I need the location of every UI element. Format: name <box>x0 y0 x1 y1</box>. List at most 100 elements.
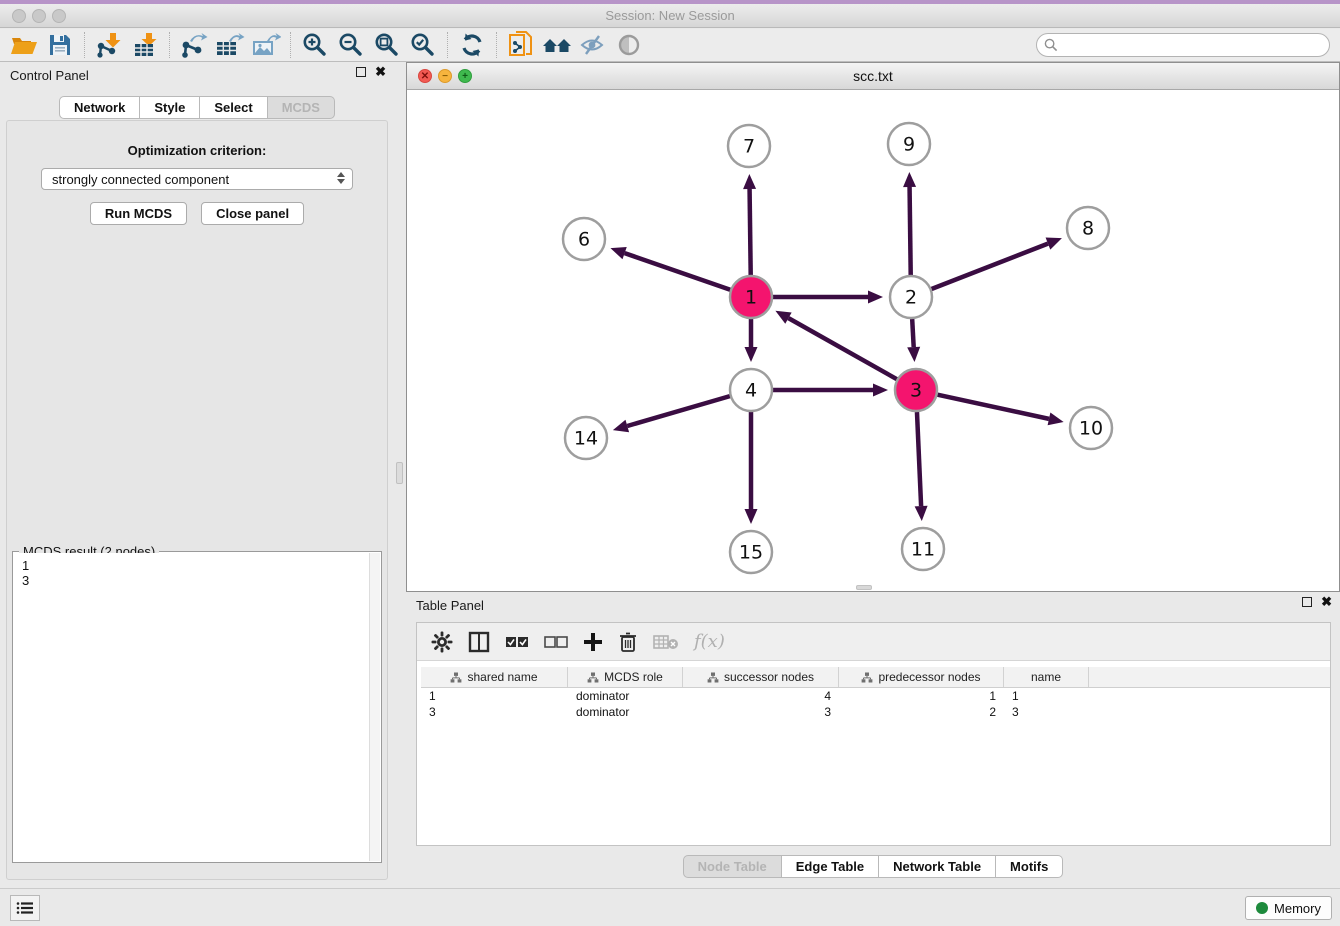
toolbar-separator <box>84 32 85 58</box>
toolbar-separator <box>290 32 291 58</box>
panel-splitter[interactable] <box>394 62 406 888</box>
network-canvas[interactable]: 7968124314101511 <box>407 90 1339 591</box>
tab-network-table[interactable]: Network Table <box>879 855 996 878</box>
node-label-9: 9 <box>903 134 915 156</box>
network-file-button[interactable] <box>503 30 539 60</box>
refresh-view-button[interactable] <box>454 30 490 60</box>
clear-selection-button[interactable] <box>544 629 568 655</box>
column-header-name[interactable]: name <box>1004 667 1089 687</box>
criterion-select[interactable]: strongly connected component <box>41 168 353 190</box>
open-session-button[interactable] <box>6 30 42 60</box>
splitter-grip[interactable] <box>396 462 403 484</box>
column-header-MCDS-role[interactable]: MCDS role <box>568 667 683 687</box>
arrowhead-3-10 <box>1048 413 1064 426</box>
table-cell[interactable]: 1 <box>839 688 1004 704</box>
gear-icon <box>431 631 453 653</box>
import-network-button[interactable] <box>91 30 127 60</box>
table-cell[interactable]: 4 <box>683 688 839 704</box>
trash-icon <box>618 631 638 653</box>
toolbar-separator <box>169 32 170 58</box>
export-table-button[interactable] <box>212 30 248 60</box>
network-scroll-grip[interactable] <box>856 585 872 590</box>
mcds-result-list[interactable]: 1 3 <box>14 553 380 861</box>
float-table-panel-icon[interactable] <box>1302 597 1312 607</box>
table-row[interactable]: 3dominator323 <box>421 704 1330 720</box>
select-all-rows-button[interactable] <box>505 629 529 655</box>
table-cell[interactable]: 1 <box>1004 688 1089 704</box>
arrowhead-4-14 <box>613 420 629 432</box>
tab-node-table[interactable]: Node Table <box>683 855 782 878</box>
table-settings-button[interactable] <box>431 629 453 655</box>
task-history-button[interactable] <box>10 895 40 921</box>
table-cell[interactable]: 3 <box>421 704 568 720</box>
table-row[interactable]: 1dominator411 <box>421 688 1330 704</box>
export-image-button[interactable] <box>248 30 284 60</box>
edge-2-8[interactable] <box>931 244 1047 289</box>
column-header-shared-name[interactable]: shared name <box>421 667 568 687</box>
table-cell[interactable]: 1 <box>421 688 568 704</box>
show-all-button[interactable] <box>611 30 647 60</box>
export-network-button[interactable] <box>176 30 212 60</box>
table-panel-header: Table Panel ✖ <box>406 592 1340 618</box>
zoom-fit-button[interactable] <box>369 30 405 60</box>
column-header-successor-nodes[interactable]: successor nodes <box>683 667 839 687</box>
zoom-in-button[interactable] <box>297 30 333 60</box>
float-panel-icon[interactable] <box>356 67 366 77</box>
edge-1-7[interactable] <box>750 189 751 275</box>
delete-table-button[interactable] <box>653 629 679 655</box>
edge-3-10[interactable] <box>937 395 1048 419</box>
node-label-4: 4 <box>745 380 757 402</box>
run-mcds-button[interactable]: Run MCDS <box>90 202 187 225</box>
close-panel-icon[interactable]: ✖ <box>375 67 386 77</box>
table-cell[interactable]: dominator <box>568 704 683 720</box>
network-window-title: scc.txt <box>407 68 1339 84</box>
edge-3-11[interactable] <box>917 412 921 506</box>
tab-mcds[interactable]: MCDS <box>268 96 335 119</box>
close-table-panel-icon[interactable]: ✖ <box>1321 597 1332 607</box>
search-input[interactable] <box>1036 33 1330 57</box>
node-label-10: 10 <box>1079 418 1103 440</box>
first-neighbors-button[interactable] <box>539 30 575 60</box>
edge-4-14[interactable] <box>627 396 730 426</box>
node-label-8: 8 <box>1082 218 1094 240</box>
list-icon <box>16 901 34 915</box>
table-cell[interactable]: 2 <box>839 704 1004 720</box>
memory-button[interactable]: Memory <box>1245 896 1332 920</box>
zoom-fit-icon <box>374 32 400 58</box>
show-columns-button[interactable] <box>468 629 490 655</box>
table-cell[interactable]: 3 <box>683 704 839 720</box>
node-label-3: 3 <box>910 380 922 402</box>
application-window: Session: New Session <box>0 0 1340 926</box>
mcds-panel-body: Optimization criterion: strongly connect… <box>6 120 388 880</box>
tab-edge-table[interactable]: Edge Table <box>782 855 879 878</box>
create-column-button[interactable] <box>583 629 603 655</box>
table-cell[interactable]: 3 <box>1004 704 1089 720</box>
table-cell[interactable]: dominator <box>568 688 683 704</box>
zoom-out-button[interactable] <box>333 30 369 60</box>
close-panel-button[interactable]: Close panel <box>201 202 304 225</box>
edge-2-3[interactable] <box>912 319 914 347</box>
table-toolbar: f(x) <box>417 623 1330 661</box>
tab-network[interactable]: Network <box>59 96 140 119</box>
refresh-icon <box>459 32 485 58</box>
tab-style[interactable]: Style <box>140 96 200 119</box>
status-bar: Memory <box>0 888 1340 926</box>
result-scrollbar[interactable] <box>369 553 380 861</box>
edge-1-6[interactable] <box>625 253 731 290</box>
import-table-button[interactable] <box>127 30 163 60</box>
edge-3-1[interactable] <box>788 318 896 379</box>
hide-selected-button[interactable] <box>575 30 611 60</box>
delete-column-button[interactable] <box>618 629 638 655</box>
main-toolbar <box>0 29 1340 62</box>
tab-motifs[interactable]: Motifs <box>996 855 1063 878</box>
save-session-button[interactable] <box>42 30 78 60</box>
control-panel-tabs: NetworkStyleSelectMCDS <box>0 96 394 119</box>
network-window-titlebar[interactable]: ✕ − + scc.txt <box>407 63 1339 90</box>
arrowhead-4-3 <box>873 384 888 397</box>
function-builder-button[interactable]: f(x) <box>694 629 725 655</box>
eye-slash-icon <box>579 33 607 57</box>
tab-select[interactable]: Select <box>200 96 267 119</box>
column-header-predecessor-nodes[interactable]: predecessor nodes <box>839 667 1004 687</box>
zoom-selected-button[interactable] <box>405 30 441 60</box>
edge-2-9[interactable] <box>910 187 911 275</box>
